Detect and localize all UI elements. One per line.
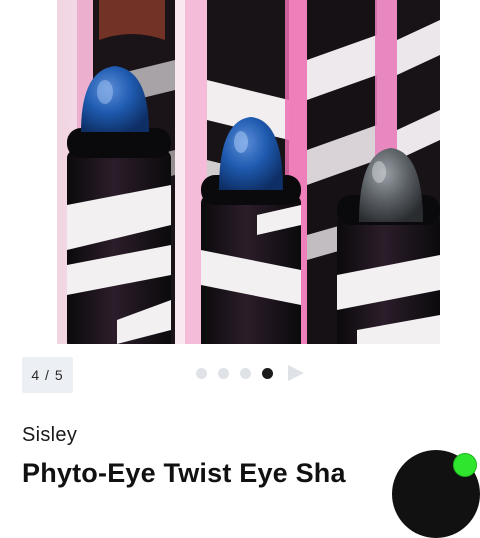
online-status-indicator	[453, 453, 477, 477]
pagination-dot-2[interactable]	[218, 367, 229, 379]
product-title: Phyto-Eye Twist Eye Sha	[22, 458, 346, 488]
gallery-pagination	[196, 364, 304, 382]
product-image-art	[57, 0, 440, 344]
pagination-dot-4[interactable]	[262, 367, 273, 379]
pagination-dot-1[interactable]	[196, 367, 207, 379]
product-image[interactable]	[57, 0, 440, 344]
next-image-arrow-icon[interactable]	[288, 365, 304, 381]
image-counter: 4 / 5	[22, 357, 73, 393]
pagination-dot-3[interactable]	[240, 367, 251, 379]
product-brand[interactable]: Sisley	[22, 424, 77, 447]
